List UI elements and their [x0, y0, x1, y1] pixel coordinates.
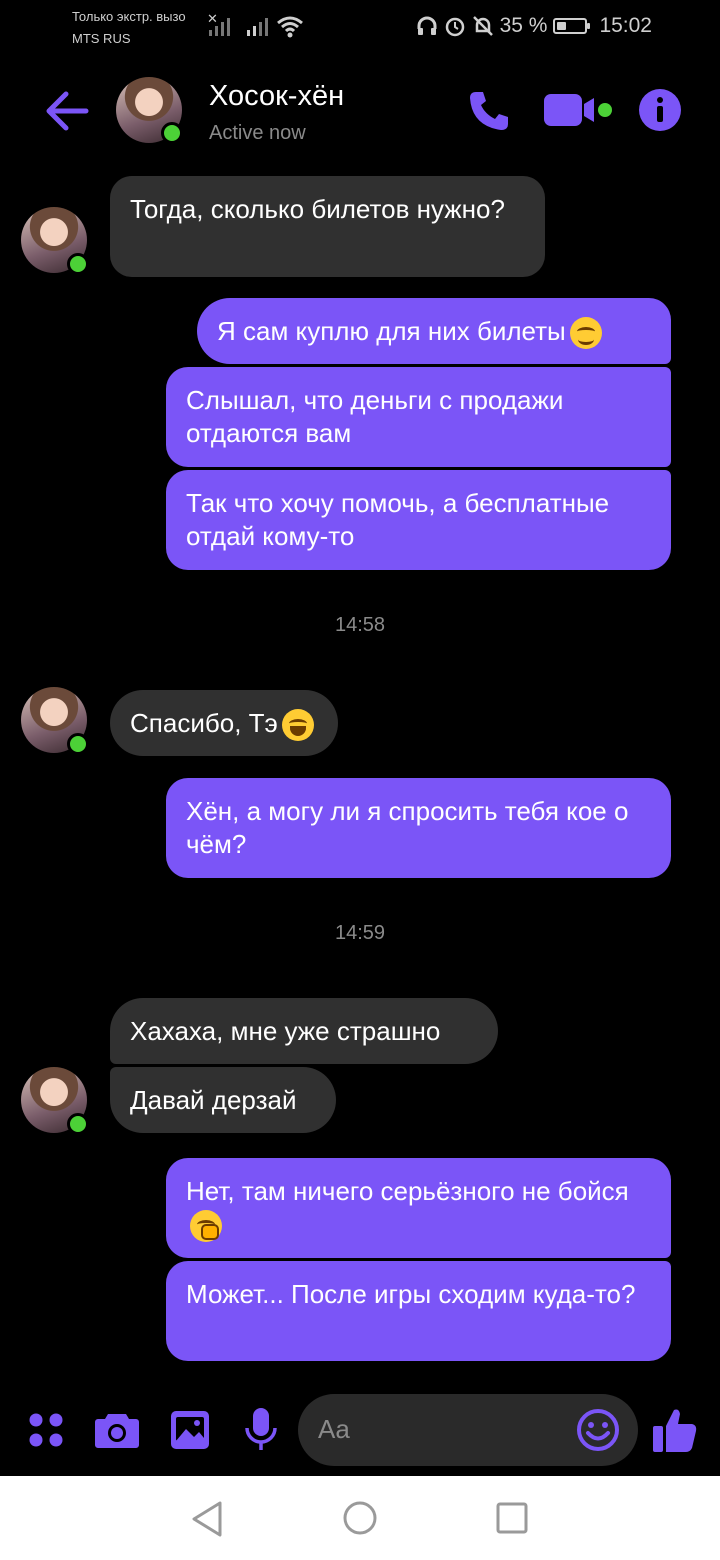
message-input-placeholder: Aa	[318, 1414, 350, 1444]
online-indicator	[161, 122, 183, 144]
battery-percent: 35 %	[499, 14, 548, 37]
wifi-icon	[277, 16, 303, 38]
status-right: 35 % 15:02	[416, 14, 652, 38]
message-text: Нет, там ничего серьёзного не бойся	[186, 1176, 629, 1206]
received-message[interactable]: Давай дерзай	[110, 1067, 336, 1133]
carrier-status: Только экстр. вызо	[72, 9, 186, 24]
presence-status: Active now	[209, 122, 306, 144]
message-input[interactable]: Aa	[298, 1394, 638, 1466]
alarm-icon	[445, 17, 464, 37]
received-message[interactable]: Тогда, сколько билетов нужно?	[110, 176, 545, 277]
emoji-icon[interactable]	[576, 1408, 620, 1452]
message-text: Я сам куплю для них билеты	[217, 316, 566, 346]
nav-home-icon[interactable]	[342, 1500, 378, 1536]
sent-message[interactable]: Я сам куплю для них билеты	[197, 298, 671, 364]
phone-call-icon[interactable]	[466, 88, 512, 134]
microphone-icon[interactable]	[244, 1406, 278, 1452]
battery-fill	[557, 22, 567, 30]
online-indicator	[67, 1113, 89, 1135]
menu-grid-icon[interactable]	[28, 1412, 64, 1448]
sent-message[interactable]: Слышал, что деньги с продажи отдаются ва…	[166, 367, 671, 467]
grinning-face-emoji	[281, 709, 314, 742]
message-text: Спасибо, Тэ	[130, 708, 278, 738]
message-text: Хахаха, мне уже страшно	[130, 1016, 441, 1046]
nav-recents-icon[interactable]	[496, 1502, 528, 1534]
received-message[interactable]: Спасибо, Тэ	[110, 690, 338, 756]
online-indicator	[67, 253, 89, 275]
carrier-name: MTS RUS	[72, 31, 131, 46]
message-composer: Aa	[0, 1390, 720, 1474]
message-text: Слышал, что деньги с продажи отдаются ва…	[186, 385, 564, 448]
system-nav-bar	[0, 1476, 720, 1560]
message-text: Тогда, сколько билетов нужно?	[130, 194, 505, 224]
status-bar: Только экстр. вызо ✕ MTS RUS 35 % 15:02	[0, 0, 720, 56]
clock: 15:02	[599, 14, 652, 37]
sent-message[interactable]: Так что хочу помочь, а бесплатные отдай …	[166, 470, 671, 570]
mute-bell-icon	[472, 16, 493, 36]
info-icon[interactable]	[638, 88, 682, 132]
smiling-face-emoji	[569, 317, 602, 350]
message-text: Давай дерзай	[130, 1085, 297, 1115]
signal-icon	[209, 18, 230, 36]
headphones-icon	[417, 16, 437, 35]
contact-name[interactable]: Хосок-хён	[209, 80, 344, 113]
nav-back-icon[interactable]	[190, 1500, 224, 1538]
timestamp: 14:59	[334, 922, 386, 944]
received-message[interactable]: Хахаха, мне уже страшно	[110, 998, 498, 1064]
message-text: Так что хочу помочь, а бесплатные отдай …	[186, 488, 610, 551]
battery-icon	[553, 18, 591, 34]
sent-message[interactable]: Хён, а могу ли я спросить тебя кое о чём…	[166, 778, 671, 878]
chat-header: Хосок-хён Active now	[0, 64, 720, 160]
signal-icon	[247, 18, 268, 36]
thumbs-up-icon[interactable]	[652, 1406, 698, 1454]
back-arrow-icon[interactable]	[44, 88, 90, 134]
message-text: Может... После игры сходим куда-то?	[186, 1279, 636, 1309]
timestamp: 14:58	[334, 614, 386, 636]
online-indicator	[67, 733, 89, 755]
image-gallery-icon[interactable]	[170, 1410, 210, 1450]
face-with-hand-over-mouth-emoji	[190, 1210, 222, 1243]
message-text: Хён, а могу ли я спросить тебя кое о чём…	[186, 796, 629, 859]
sent-message[interactable]: Нет, там ничего серьёзного не бойся	[166, 1158, 671, 1258]
video-call-icon[interactable]	[542, 90, 614, 130]
sent-message[interactable]: Может... После игры сходим куда-то?	[166, 1261, 671, 1361]
camera-icon[interactable]	[94, 1410, 140, 1450]
